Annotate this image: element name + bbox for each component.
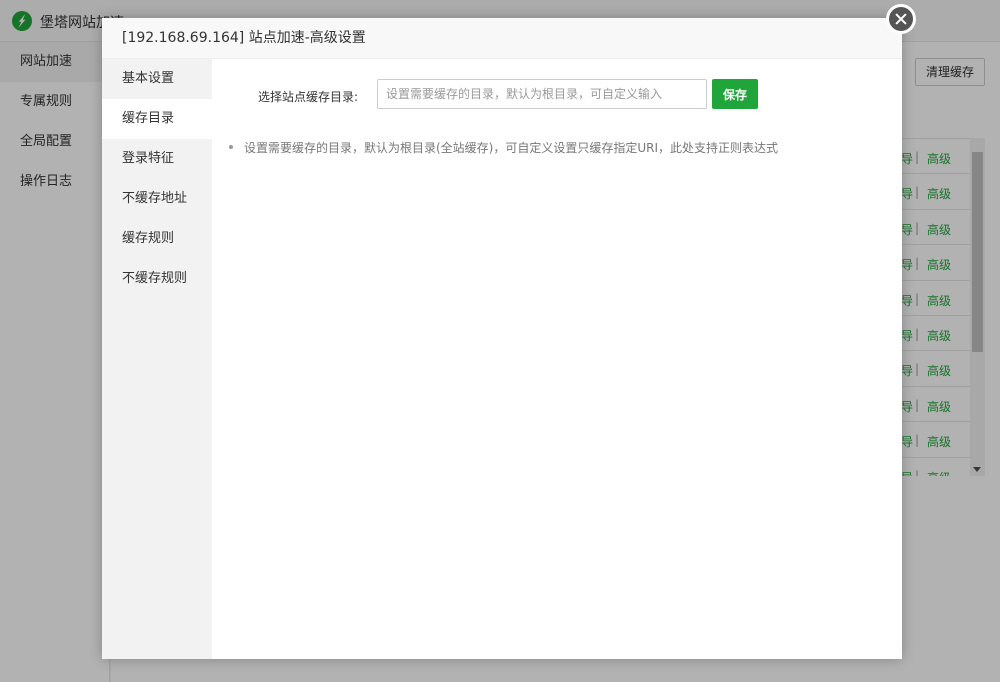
help-list: 设置需要缓存的目录，默认为根目录(全站缓存)，可自定义设置只缓存指定URI，此处… bbox=[228, 139, 778, 156]
modal-body: 选择站点缓存目录: 保存 设置需要缓存的目录，默认为根目录(全站缓存)，可自定义… bbox=[212, 59, 902, 659]
nav-item-no-cache-address[interactable]: 不缓存地址 bbox=[102, 179, 212, 219]
close-button[interactable] bbox=[886, 4, 916, 34]
help-item: 设置需要缓存的目录，默认为根目录(全站缓存)，可自定义设置只缓存指定URI，此处… bbox=[228, 139, 778, 156]
nav-item-cache-directory[interactable]: 缓存目录 bbox=[102, 99, 212, 139]
modal-nav: 基本设置 缓存目录 登录特征 不缓存地址 缓存规则 不缓存规则 bbox=[102, 59, 212, 659]
nav-item-login-feature[interactable]: 登录特征 bbox=[102, 139, 212, 179]
nav-item-basic-settings[interactable]: 基本设置 bbox=[102, 59, 212, 99]
cache-directory-input[interactable] bbox=[377, 79, 707, 109]
cache-directory-label: 选择站点缓存目录: bbox=[258, 90, 359, 104]
modal-title: [192.168.69.164] 站点加速-高级设置 bbox=[102, 18, 902, 59]
nav-item-cache-rules[interactable]: 缓存规则 bbox=[102, 219, 212, 259]
close-icon[interactable] bbox=[889, 7, 913, 31]
advanced-settings-modal: [192.168.69.164] 站点加速-高级设置 基本设置 缓存目录 登录特… bbox=[102, 4, 916, 659]
nav-item-no-cache-rules[interactable]: 不缓存规则 bbox=[102, 259, 212, 299]
save-button[interactable]: 保存 bbox=[712, 79, 758, 109]
